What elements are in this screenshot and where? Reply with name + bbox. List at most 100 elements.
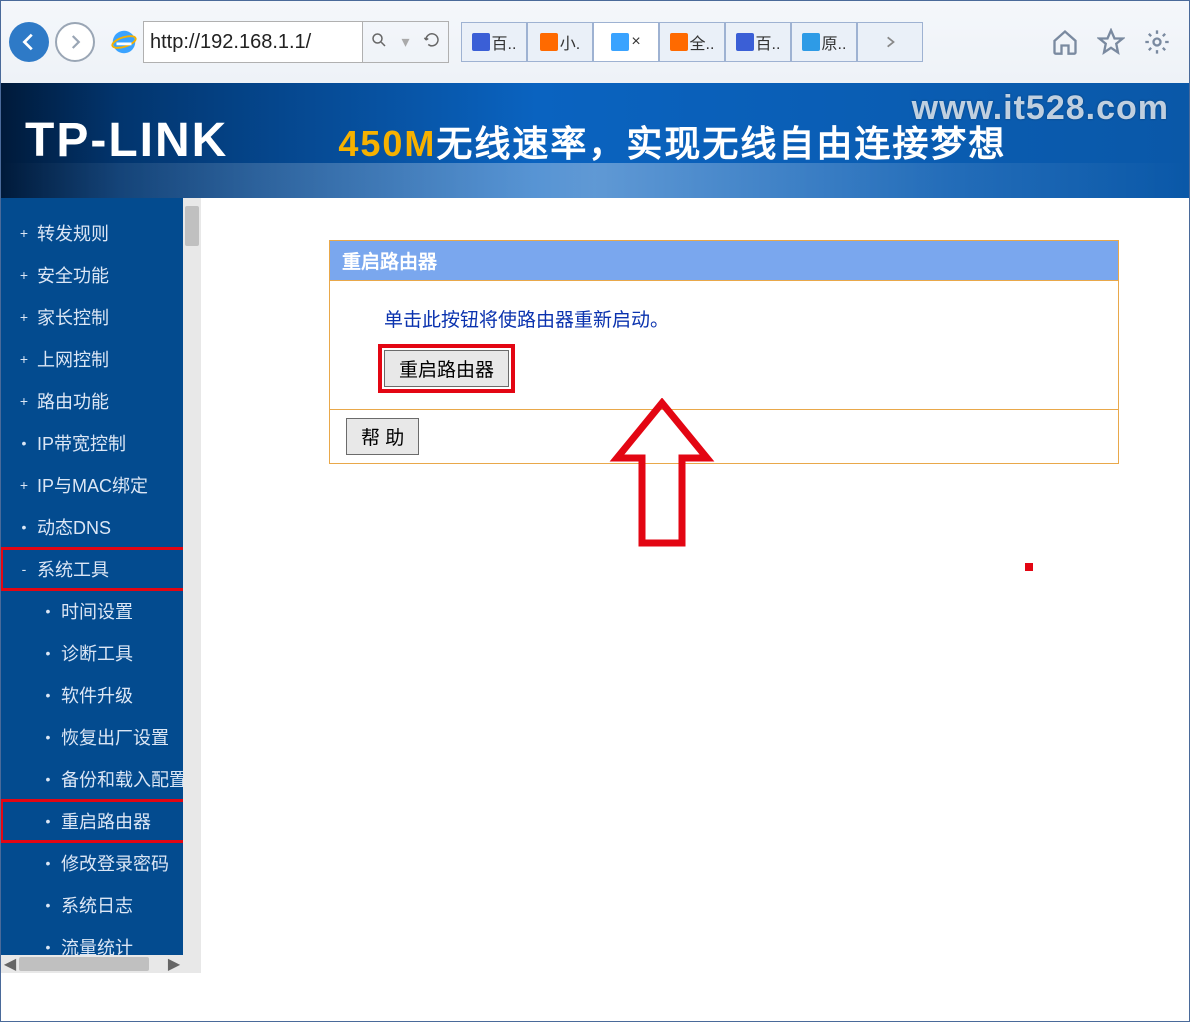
sidebar-scrollbar-vertical[interactable]: [183, 198, 201, 973]
bullet-icon: •: [41, 897, 55, 913]
bullet-icon: •: [41, 645, 55, 661]
sidebar-item-15[interactable]: • 修改登录密码: [1, 842, 201, 884]
sidebar-item-label: IP与MAC绑定: [37, 472, 148, 498]
reboot-panel: 重启路由器 单击此按钮将使路由器重新启动。 重启路由器 帮 助: [329, 240, 1119, 464]
sidebar-item-12[interactable]: • 恢复出厂设置: [1, 716, 201, 758]
sidebar-item-4[interactable]: + 路由功能: [1, 380, 201, 422]
bullet-icon: •: [41, 771, 55, 787]
sidebar-item-label: 动态DNS: [37, 514, 111, 540]
tab-2[interactable]: ×: [593, 22, 659, 62]
sidebar-item-label: 路由功能: [37, 388, 109, 414]
bullet-icon: •: [41, 603, 55, 619]
sidebar-item-5[interactable]: • IP带宽控制: [1, 422, 201, 464]
sidebar-item-label: 恢复出厂设置: [61, 724, 169, 750]
sidebar-item-label: 系统工具: [37, 556, 109, 582]
panel-description: 单击此按钮将使路由器重新启动。: [384, 305, 1118, 332]
favorites-icon[interactable]: [1097, 28, 1125, 56]
sidebar-item-label: 软件升级: [61, 682, 133, 708]
bullet-icon: +: [17, 267, 31, 283]
bullet-icon: +: [17, 393, 31, 409]
url-text: http://192.168.1.1/: [150, 31, 311, 54]
watermark: www.it528.com: [912, 89, 1169, 128]
ie-icon: [611, 33, 629, 51]
bullet-icon: +: [17, 351, 31, 367]
address-bar[interactable]: http://192.168.1.1/: [143, 21, 363, 63]
tab-strip: 百.. 小. × 全.. 百.. 原..: [461, 22, 857, 62]
sidebar-item-7[interactable]: • 动态DNS: [1, 506, 201, 548]
tab-1[interactable]: 小.: [527, 22, 593, 62]
bullet-icon: •: [17, 435, 31, 451]
bullet-icon: •: [41, 855, 55, 871]
bullet-icon: -: [17, 561, 31, 577]
sidebar-scrollbar-horizontal[interactable]: ◀▶: [1, 955, 183, 973]
settings-icon[interactable]: [1143, 28, 1171, 56]
sidebar-item-label: 修改登录密码: [61, 850, 169, 876]
sidebar-item-label: 转发规则: [37, 220, 109, 246]
sidebar-item-14[interactable]: • 重启路由器: [1, 800, 201, 842]
back-button[interactable]: [9, 22, 49, 62]
sidebar-item-label: 上网控制: [37, 346, 109, 372]
sidebar-item-8[interactable]: -系统工具: [1, 548, 201, 590]
separator: ▾: [401, 32, 409, 52]
browser-toolbar: http://192.168.1.1/ ▾ 百.. 小. × 全.. 百.. 原..: [1, 1, 1189, 83]
sidebar-item-9[interactable]: • 时间设置: [1, 590, 201, 632]
brand-logo: TP-LINK: [25, 113, 228, 168]
tab-label: 原..: [822, 30, 847, 54]
tab-label: ×: [631, 33, 640, 51]
banner: TP-LINK 450M无线速率，实现无线自由连接梦想 www.it528.co…: [1, 83, 1189, 198]
tab-4[interactable]: 百..: [725, 22, 791, 62]
tab-label: 百..: [492, 30, 517, 54]
panel-title: 重启路由器: [330, 241, 1118, 280]
help-button[interactable]: 帮 助: [346, 418, 419, 455]
sidebar-item-label: 备份和载入配置: [61, 766, 187, 792]
sidebar-item-label: 家长控制: [37, 304, 109, 330]
forward-button[interactable]: [55, 22, 95, 62]
search-refresh-box: ▾: [363, 21, 449, 63]
bullet-icon: +: [17, 225, 31, 241]
bullet-icon: +: [17, 309, 31, 325]
reboot-button[interactable]: 重启路由器: [384, 350, 509, 387]
sidebar-item-label: 重启路由器: [61, 808, 151, 834]
sidebar-item-13[interactable]: • 备份和载入配置: [1, 758, 201, 800]
sidebar-item-label: 诊断工具: [61, 640, 133, 666]
sidebar-item-label: 时间设置: [61, 598, 133, 624]
sidebar-item-2[interactable]: + 家长控制: [1, 296, 201, 338]
bullet-icon: •: [41, 813, 55, 829]
slogan-highlight: 450M: [338, 123, 436, 164]
baidu-icon: [472, 33, 490, 51]
bullet-icon: •: [41, 729, 55, 745]
tab-label: 全..: [690, 30, 715, 54]
mi-icon: [670, 33, 688, 51]
home-icon[interactable]: [1051, 28, 1079, 56]
tab-3[interactable]: 全..: [659, 22, 725, 62]
ie-icon: [109, 27, 139, 57]
sidebar-item-1[interactable]: + 安全功能: [1, 254, 201, 296]
refresh-icon[interactable]: [423, 31, 441, 54]
bullet-icon: •: [17, 519, 31, 535]
sidebar-item-6[interactable]: + IP与MAC绑定: [1, 464, 201, 506]
sidebar-item-label: IP带宽控制: [37, 430, 126, 456]
slogan: 450M无线速率，实现无线自由连接梦想: [338, 115, 1006, 167]
sidebar-item-10[interactable]: • 诊断工具: [1, 632, 201, 674]
bullet-icon: •: [41, 939, 55, 955]
new-tab-button[interactable]: [857, 22, 923, 62]
tab-0[interactable]: 百..: [461, 22, 527, 62]
mi-icon: [540, 33, 558, 51]
sidebar-item-3[interactable]: + 上网控制: [1, 338, 201, 380]
sidebar-item-label: 安全功能: [37, 262, 109, 288]
tab-label: 小.: [560, 30, 580, 54]
tab-5[interactable]: 原..: [791, 22, 857, 62]
slogan-rest: 无线速率，实现无线自由连接梦想: [436, 123, 1006, 164]
sidebar-item-16[interactable]: • 系统日志: [1, 884, 201, 926]
bullet-icon: +: [17, 477, 31, 493]
sidebar-item-11[interactable]: • 软件升级: [1, 674, 201, 716]
search-icon[interactable]: [370, 31, 388, 54]
tab-label: 百..: [756, 30, 781, 54]
baidu-icon: [736, 33, 754, 51]
sidebar-item-0[interactable]: + 转发规则: [1, 212, 201, 254]
bullet-icon: •: [41, 687, 55, 703]
annotation-dot: [1025, 563, 1033, 571]
sidebar: + 转发规则 + 安全功能 + 家长控制 + 上网控制 + 路由功能 • IP带宽控制 + IP与MAC绑…: [1, 198, 201, 973]
sidebar-item-label: 系统日志: [61, 892, 133, 918]
info-icon: [802, 33, 820, 51]
